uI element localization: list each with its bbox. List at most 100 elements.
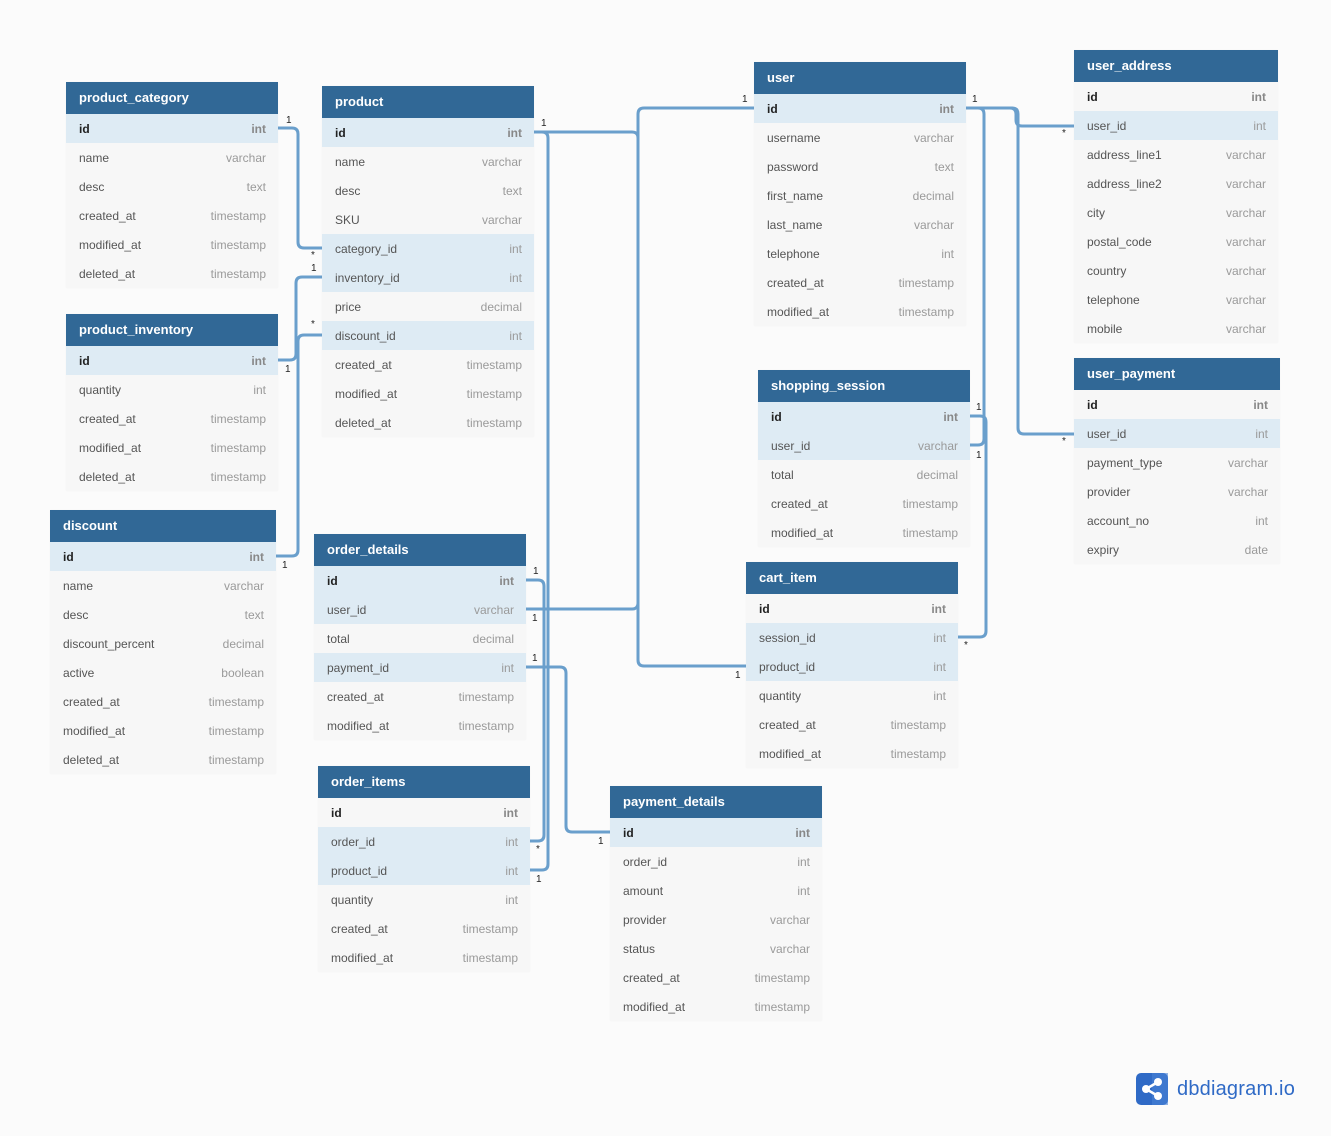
field-row[interactable]: amount int [610,876,822,905]
field-row[interactable]: modified_at timestamp [746,739,958,768]
relationship-line[interactable] [278,126,322,250]
field-row[interactable]: account_no int [1074,506,1280,535]
field-row[interactable]: id int [318,798,530,827]
table-header[interactable]: user_payment [1074,358,1280,390]
field-row[interactable]: modified_at timestamp [758,518,970,547]
field-row[interactable]: order_id int [318,827,530,856]
table-header[interactable]: shopping_session [758,370,970,402]
relationship-line[interactable] [526,106,754,611]
field-row[interactable]: id int [610,818,822,847]
field-row[interactable]: address_line1 varchar [1074,140,1278,169]
field-row[interactable]: modified_at timestamp [322,379,534,408]
field-row[interactable]: id int [66,114,278,143]
field-row[interactable]: order_id int [610,847,822,876]
field-row[interactable]: telephone varchar [1074,285,1278,314]
field-row[interactable]: provider varchar [1074,477,1280,506]
field-row[interactable]: created_at timestamp [66,404,278,433]
field-row[interactable]: quantity int [318,885,530,914]
table-header[interactable]: user_address [1074,50,1278,82]
field-row[interactable]: modified_at timestamp [66,433,278,462]
field-row[interactable]: created_at timestamp [754,268,966,297]
field-row[interactable]: user_id varchar [314,595,526,624]
field-row[interactable]: user_id varchar [758,431,970,460]
field-row[interactable]: expiry date [1074,535,1280,564]
field-row[interactable]: discount_id int [322,321,534,350]
field-row[interactable]: created_at timestamp [318,914,530,943]
table-shopping-session[interactable]: shopping_session id int user_id varchar total… [758,370,970,547]
field-row[interactable]: created_at timestamp [610,963,822,992]
table-header[interactable]: order_details [314,534,526,566]
field-row[interactable]: modified_at timestamp [314,711,526,740]
field-row[interactable]: id int [322,118,534,147]
table-discount[interactable]: discount id int name varchar desc text discount… [50,510,276,774]
field-row[interactable]: modified_at timestamp [754,297,966,326]
relationship-line[interactable] [276,333,322,558]
field-row[interactable]: last_name varchar [754,210,966,239]
field-row[interactable]: user_id int [1074,111,1278,140]
table-cart-item[interactable]: cart_item id int session_id int product_id int… [746,562,958,768]
field-row[interactable]: id int [66,346,278,375]
field-row[interactable]: inventory_id int [322,263,534,292]
field-row[interactable]: id int [746,594,958,623]
field-row[interactable]: name varchar [66,143,278,172]
field-row[interactable]: discount_percent decimal [50,629,276,658]
field-row[interactable]: deleted_at timestamp [66,259,278,288]
field-row[interactable]: created_at timestamp [50,687,276,716]
field-row[interactable]: city varchar [1074,198,1278,227]
field-row[interactable]: total decimal [314,624,526,653]
field-row[interactable]: name varchar [50,571,276,600]
field-row[interactable]: created_at timestamp [314,682,526,711]
field-row[interactable]: status varchar [610,934,822,963]
field-row[interactable]: modified_at timestamp [318,943,530,972]
field-row[interactable]: deleted_at timestamp [322,408,534,437]
relationship-line[interactable] [526,665,610,834]
relationship-line[interactable] [278,275,322,362]
field-row[interactable]: category_id int [322,234,534,263]
brand-logo[interactable]: dbdiagram.io [1136,1073,1295,1105]
table-header[interactable]: user [754,62,966,94]
relationship-line[interactable] [534,130,746,668]
field-row[interactable]: telephone int [754,239,966,268]
field-row[interactable]: password text [754,152,966,181]
field-row[interactable]: id int [1074,390,1280,419]
field-row[interactable]: modified_at timestamp [50,716,276,745]
table-user-address[interactable]: user_address id int user_id int address_line1… [1074,50,1278,343]
table-header[interactable]: payment_details [610,786,822,818]
field-row[interactable]: deleted_at timestamp [50,745,276,774]
field-row[interactable]: product_id int [318,856,530,885]
table-user-payment[interactable]: user_payment id int user_id int payment_type v… [1074,358,1280,564]
field-row[interactable]: created_at timestamp [758,489,970,518]
field-row[interactable]: product_id int [746,652,958,681]
field-row[interactable]: created_at timestamp [66,201,278,230]
field-row[interactable]: id int [754,94,966,123]
table-header[interactable]: cart_item [746,562,958,594]
field-row[interactable]: payment_id int [314,653,526,682]
table-product-inventory[interactable]: product_inventory id int quantity int created… [66,314,278,491]
field-row[interactable]: name varchar [322,147,534,176]
field-row[interactable]: id int [758,402,970,431]
field-row[interactable]: desc text [66,172,278,201]
field-row[interactable]: username varchar [754,123,966,152]
field-row[interactable]: user_id int [1074,419,1280,448]
table-header[interactable]: product_category [66,82,278,114]
field-row[interactable]: SKU varchar [322,205,534,234]
field-row[interactable]: id int [50,542,276,571]
field-row[interactable]: desc text [322,176,534,205]
field-row[interactable]: id int [314,566,526,595]
field-row[interactable]: id int [1074,82,1278,111]
field-row[interactable]: created_at timestamp [322,350,534,379]
table-product[interactable]: product id int name varchar desc text SKU varcha… [322,86,534,437]
field-row[interactable]: modified_at timestamp [66,230,278,259]
field-row[interactable]: created_at timestamp [746,710,958,739]
field-row[interactable]: total decimal [758,460,970,489]
table-header[interactable]: product [322,86,534,118]
field-row[interactable]: mobile varchar [1074,314,1278,343]
field-row[interactable]: quantity int [66,375,278,404]
relationship-line[interactable] [966,106,1074,128]
field-row[interactable]: deleted_at timestamp [66,462,278,491]
field-row[interactable]: modified_at timestamp [610,992,822,1021]
table-product-category[interactable]: product_category id int name varchar desc text… [66,82,278,288]
field-row[interactable]: session_id int [746,623,958,652]
relationship-line[interactable] [966,106,1074,436]
table-header[interactable]: discount [50,510,276,542]
